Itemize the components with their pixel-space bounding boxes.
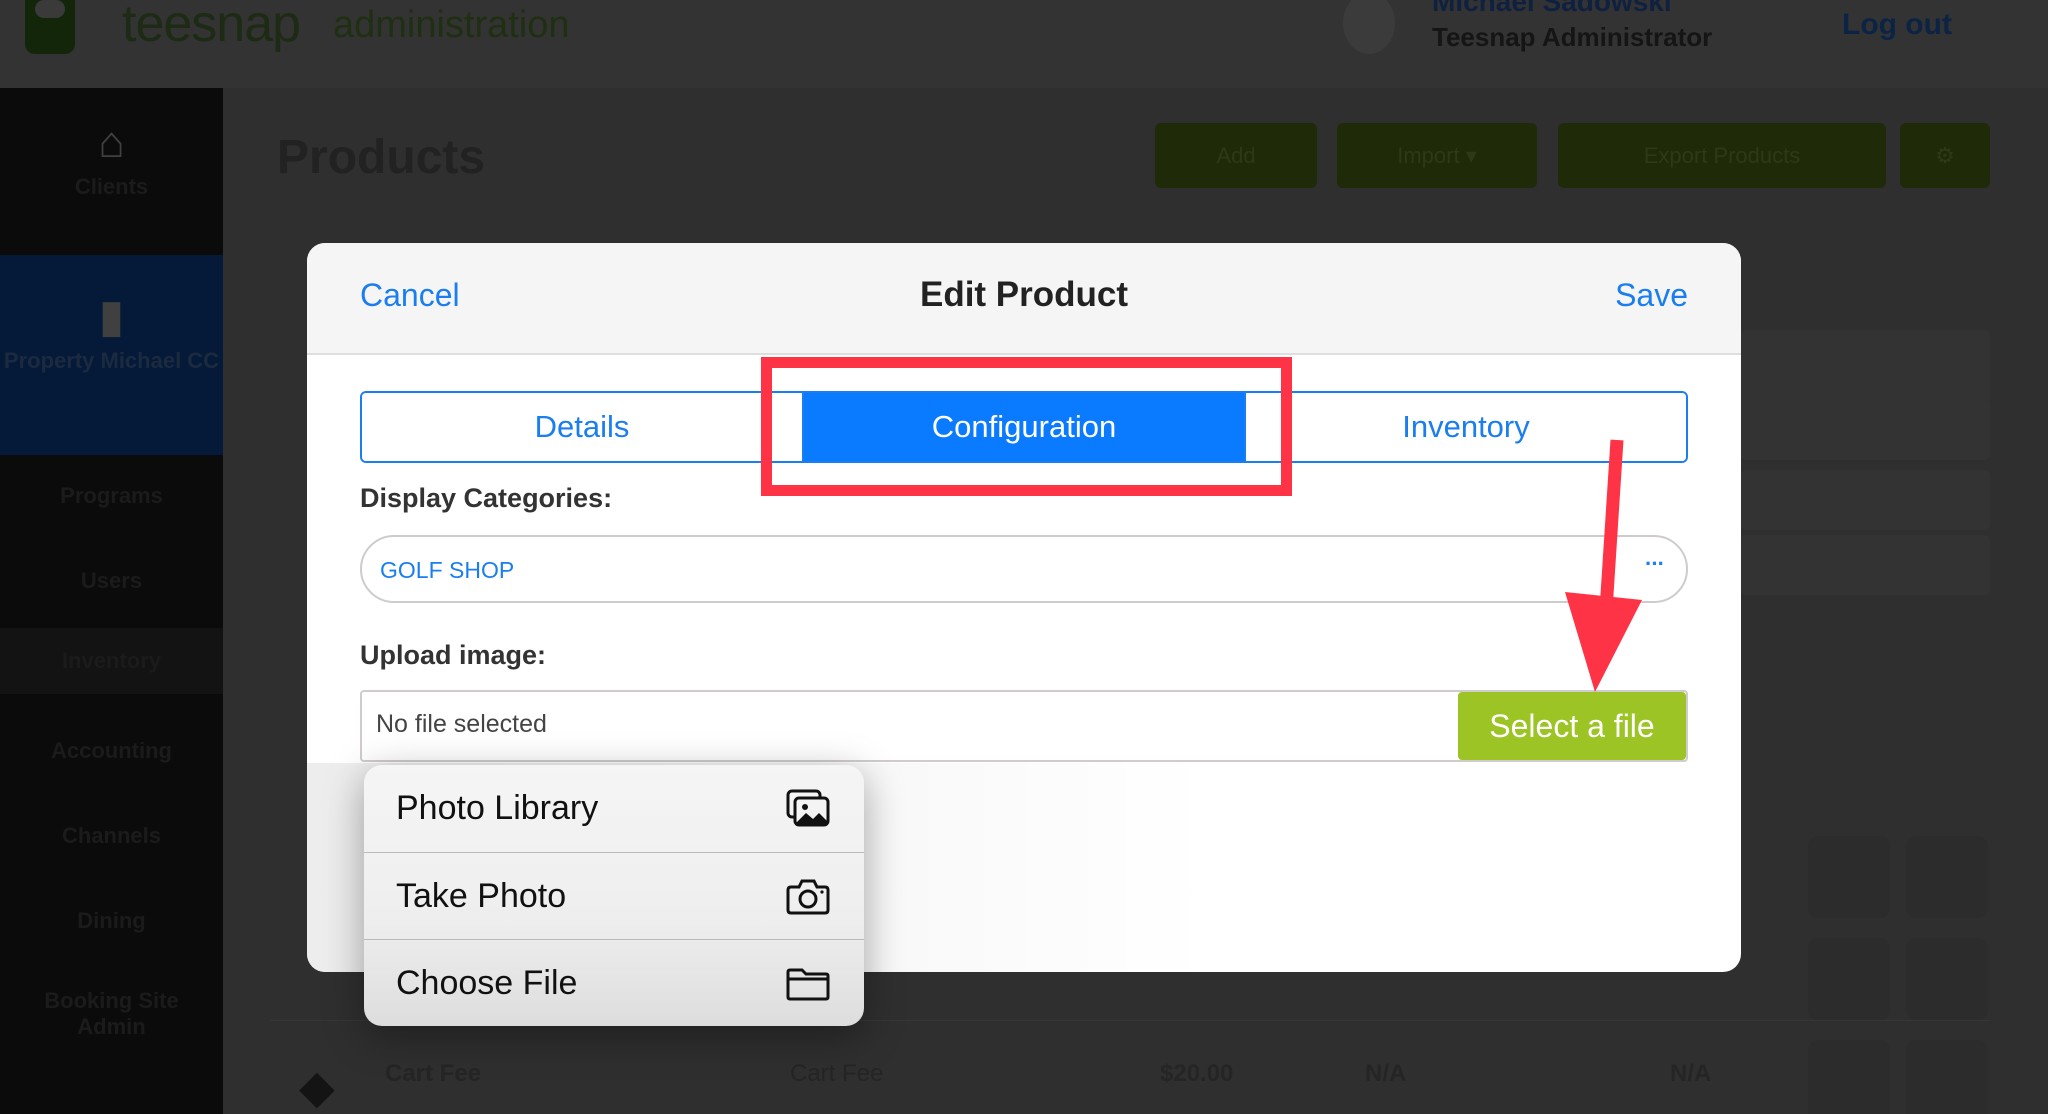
user-name: Michael Sadowski [1432, 0, 1672, 17]
tab-details[interactable]: Details [362, 393, 802, 461]
display-categories-field[interactable]: GOLF SHOP ··· [360, 535, 1688, 603]
menu-item-take-photo[interactable]: Take Photo [364, 852, 864, 939]
category-tag: GOLF SHOP [380, 557, 515, 583]
file-status-text: No file selected [376, 710, 547, 738]
table-cell: Cart Fee [385, 1060, 482, 1087]
sidebar: ⌂ Clients ▮ Property Michael CC Programs… [0, 88, 223, 1114]
logout-link[interactable]: Log out [1842, 8, 1952, 42]
sidebar-item-label: Programs [60, 483, 163, 508]
photo-library-icon [786, 789, 830, 827]
modal-header: Cancel Edit Product Save [307, 243, 1741, 355]
settings-button[interactable]: ⚙ [1900, 123, 1990, 188]
sidebar-item-booking-site-admin[interactable]: Booking Site Admin [0, 988, 223, 1040]
menu-item-label: Choose File [396, 964, 578, 1002]
select-file-button[interactable]: Select a file [1458, 692, 1686, 760]
edit-button[interactable] [1906, 1040, 1988, 1114]
view-button[interactable] [1808, 938, 1890, 1020]
top-bar: teesnap administration Michael Sadowski … [0, 0, 2048, 88]
sidebar-item-label: Property Michael CC [3, 348, 220, 373]
sidebar-item-label: Clients [74, 174, 149, 199]
upload-image-label: Upload image: [360, 640, 547, 670]
background-field [1740, 330, 1990, 405]
sidebar-item-label: Booking Site Admin [44, 988, 179, 1039]
sidebar-item-channels[interactable]: Channels [0, 823, 223, 849]
teesnap-logo-icon [25, 0, 75, 54]
sidebar-item-inventory[interactable]: Inventory [0, 628, 223, 694]
file-source-menu: Photo Library Take Photo Choose File [364, 765, 864, 1026]
modal-title: Edit Product [919, 275, 1129, 314]
menu-item-choose-file[interactable]: Choose File [364, 939, 864, 1026]
home-icon: ⌂ [98, 118, 125, 167]
sidebar-item-programs[interactable]: Programs [0, 483, 223, 509]
logo-subtitle: administration [333, 4, 570, 46]
background-field [1740, 400, 1990, 460]
logo-text: teesnap [122, 0, 301, 53]
menu-item-label: Photo Library [396, 789, 599, 827]
annotation-highlight-box [761, 357, 1292, 496]
edit-button[interactable] [1906, 836, 1988, 918]
menu-item-label: Take Photo [396, 877, 567, 915]
folder-icon [786, 968, 830, 1001]
avatar[interactable] [1343, 0, 1395, 54]
background-field [1740, 535, 1990, 595]
page-title: Products [277, 131, 486, 184]
table-cell: N/A [1670, 1060, 1712, 1087]
table-cell: N/A [1365, 1060, 1407, 1087]
sidebar-item-dining[interactable]: Dining [0, 908, 223, 934]
table-cell: Cart Fee [790, 1060, 884, 1087]
sidebar-item-accounting[interactable]: Accounting [0, 738, 223, 764]
background-field [1740, 470, 1990, 530]
sidebar-item-clients[interactable]: ⌂ Clients [0, 118, 223, 278]
view-button[interactable] [1808, 1040, 1890, 1114]
export-products-button[interactable]: Export Products [1558, 123, 1886, 188]
sidebar-item-property[interactable]: ▮ Property Michael CC [0, 255, 223, 455]
annotation-arrow-icon [1565, 439, 1642, 692]
view-button[interactable] [1808, 836, 1890, 918]
sidebar-item-label: Dining [77, 908, 146, 933]
table-cell: $20.00 [1160, 1060, 1234, 1087]
sidebar-item-label: Inventory [61, 648, 162, 673]
add-button[interactable]: Add [1155, 123, 1317, 188]
briefcase-icon: ▮ [99, 292, 124, 341]
sidebar-item-label: Channels [61, 823, 162, 848]
save-button[interactable]: Save [1615, 277, 1688, 314]
camera-icon [786, 879, 830, 915]
display-categories-label: Display Categories: [360, 483, 613, 513]
sidebar-item-users[interactable]: Users [0, 568, 223, 594]
sidebar-item-label: Accounting [51, 738, 172, 763]
import-button[interactable]: Import ▾ [1337, 123, 1537, 188]
gear-icon: ⚙ [1935, 143, 1955, 168]
file-upload-field[interactable]: No file selected Select a file [360, 690, 1688, 762]
user-role: Teesnap Administrator [1432, 22, 1713, 52]
tag-icon: ◆ [300, 1063, 334, 1112]
sidebar-item-label: Users [80, 568, 143, 593]
menu-item-photo-library[interactable]: Photo Library [364, 765, 864, 852]
edit-button[interactable] [1906, 938, 1988, 1020]
